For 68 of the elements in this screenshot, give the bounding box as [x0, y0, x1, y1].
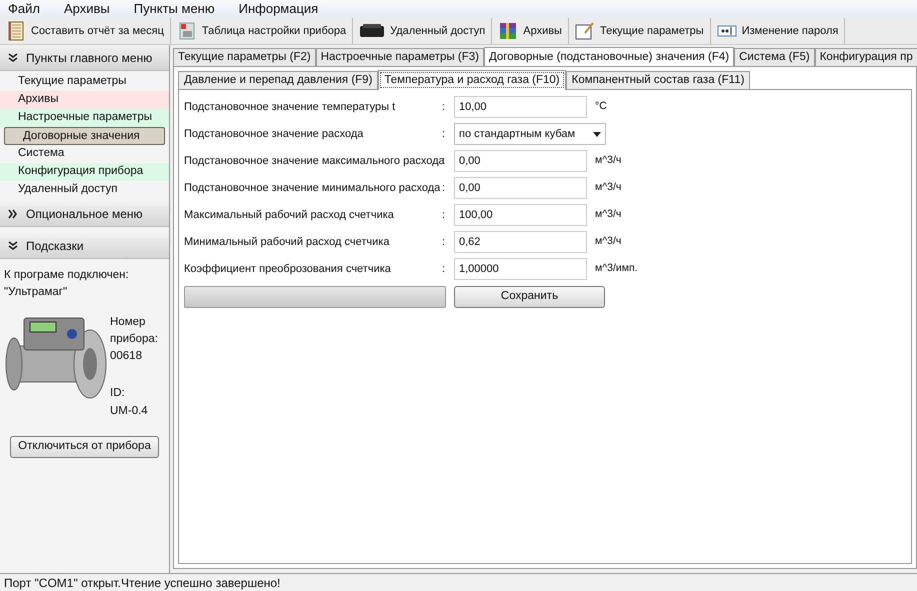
input-field[interactable]: 0,00 [454, 150, 587, 172]
chevron-down-icon [8, 52, 18, 62]
input-field[interactable]: 10,00 [454, 96, 587, 118]
menu-item[interactable]: Информация [234, 0, 322, 19]
sidebar-item[interactable]: Настроечные параметры [0, 109, 169, 127]
field-label: Подстановочное значение температуры t [184, 100, 396, 115]
field-label: Коэффициент преоброзования счетчика [184, 262, 392, 277]
toolbar-button[interactable]: Архивы [492, 18, 569, 44]
tab[interactable]: Конфигурация пр [814, 48, 917, 66]
section-header[interactable]: Пункты главного меню [0, 45, 169, 71]
tab[interactable]: Давление и перепад давления (F9) [178, 71, 378, 89]
toolbar-button[interactable]: Текущие параметры [568, 18, 711, 44]
device-id: UM-0.4 [110, 404, 149, 418]
tab[interactable]: Компанентный состав газа (F11) [566, 71, 750, 89]
field-label: Максимальный рабочий расход счетчика [184, 208, 395, 223]
field-label: Подстановочное значение минимального расхода [184, 180, 442, 196]
field-label: Минимальный рабочий расход счетчика [184, 234, 390, 250]
unit-label: м^3/ч [595, 153, 622, 168]
save-button[interactable]: Сохранить [454, 286, 605, 308]
input-field[interactable]: 1,00000 [454, 258, 587, 280]
sidebar-item[interactable]: Архивы [0, 91, 169, 109]
toolbar-button[interactable]: Составить отчёт за месяц [0, 18, 171, 44]
tab[interactable]: Текущие параметры (F2) [173, 48, 316, 66]
toolbar-button[interactable]: Удаленный доступ [353, 18, 492, 44]
colon: : [442, 208, 446, 223]
menu-item[interactable]: Файл [4, 0, 44, 19]
section-header[interactable]: Подсказки [0, 233, 169, 259]
disconnect-button[interactable]: Отключиться от прибора [10, 436, 159, 458]
notebook-icon [6, 21, 26, 41]
colon: : [442, 100, 446, 115]
dropdown[interactable]: по стандартным кубам [454, 123, 606, 145]
menu-item[interactable]: Пункты меню [130, 0, 219, 19]
device-number-label: Номер прибора: [110, 314, 160, 347]
unit-label: м^3/ч [595, 234, 622, 250]
input-field[interactable]: 0,62 [454, 231, 587, 253]
device-number: 00618 [110, 349, 143, 364]
status-text: Порт "COM1" открыт.Чтение успешно завершено! [4, 574, 280, 591]
pencil-icon [574, 21, 595, 41]
field-label: Подстановочное значение расхода [184, 126, 364, 142]
unit-label: м^3/ч [595, 180, 622, 196]
device-name: "Ультрамаг" [4, 285, 68, 300]
tab[interactable]: Договорные (подстановочные) значения (F4) [484, 47, 734, 66]
colon: : [442, 262, 446, 277]
input-field[interactable]: 100,00 [454, 204, 587, 226]
hint-text: К програме подключен: [4, 268, 130, 283]
unit-label: м^3/ч [595, 207, 622, 222]
dropdown-arrow-icon [593, 132, 601, 136]
colon: : [442, 234, 446, 250]
section-header[interactable]: Опциональное меню [0, 201, 169, 227]
sidebar-item[interactable]: Конфигурация прибора [0, 163, 169, 181]
sidebar-item[interactable]: Договорные значения [4, 127, 165, 145]
chevron-down-icon [8, 240, 18, 250]
unit-label: °C [595, 99, 607, 114]
toolbar-button[interactable]: Изменение пароля [710, 18, 846, 44]
books-icon [498, 21, 518, 41]
toolbar-button[interactable]: Таблица настройки прибора [170, 18, 354, 44]
colon: : [442, 126, 446, 142]
unit-label: м^3/имп. [595, 261, 638, 276]
tab[interactable]: Температура и расход газа (F10) [378, 70, 566, 90]
device-icon [359, 23, 386, 39]
chevron-right-icon [8, 208, 18, 218]
tab[interactable]: Настроечные параметры (F3) [316, 48, 484, 66]
colon: : [442, 180, 446, 196]
document-icon [176, 21, 197, 41]
tab[interactable]: Система (F5) [734, 48, 815, 66]
input-field[interactable]: 0,00 [454, 177, 587, 199]
device-id-label: ID: [110, 386, 126, 402]
menu-item[interactable]: Архивы [60, 0, 114, 19]
